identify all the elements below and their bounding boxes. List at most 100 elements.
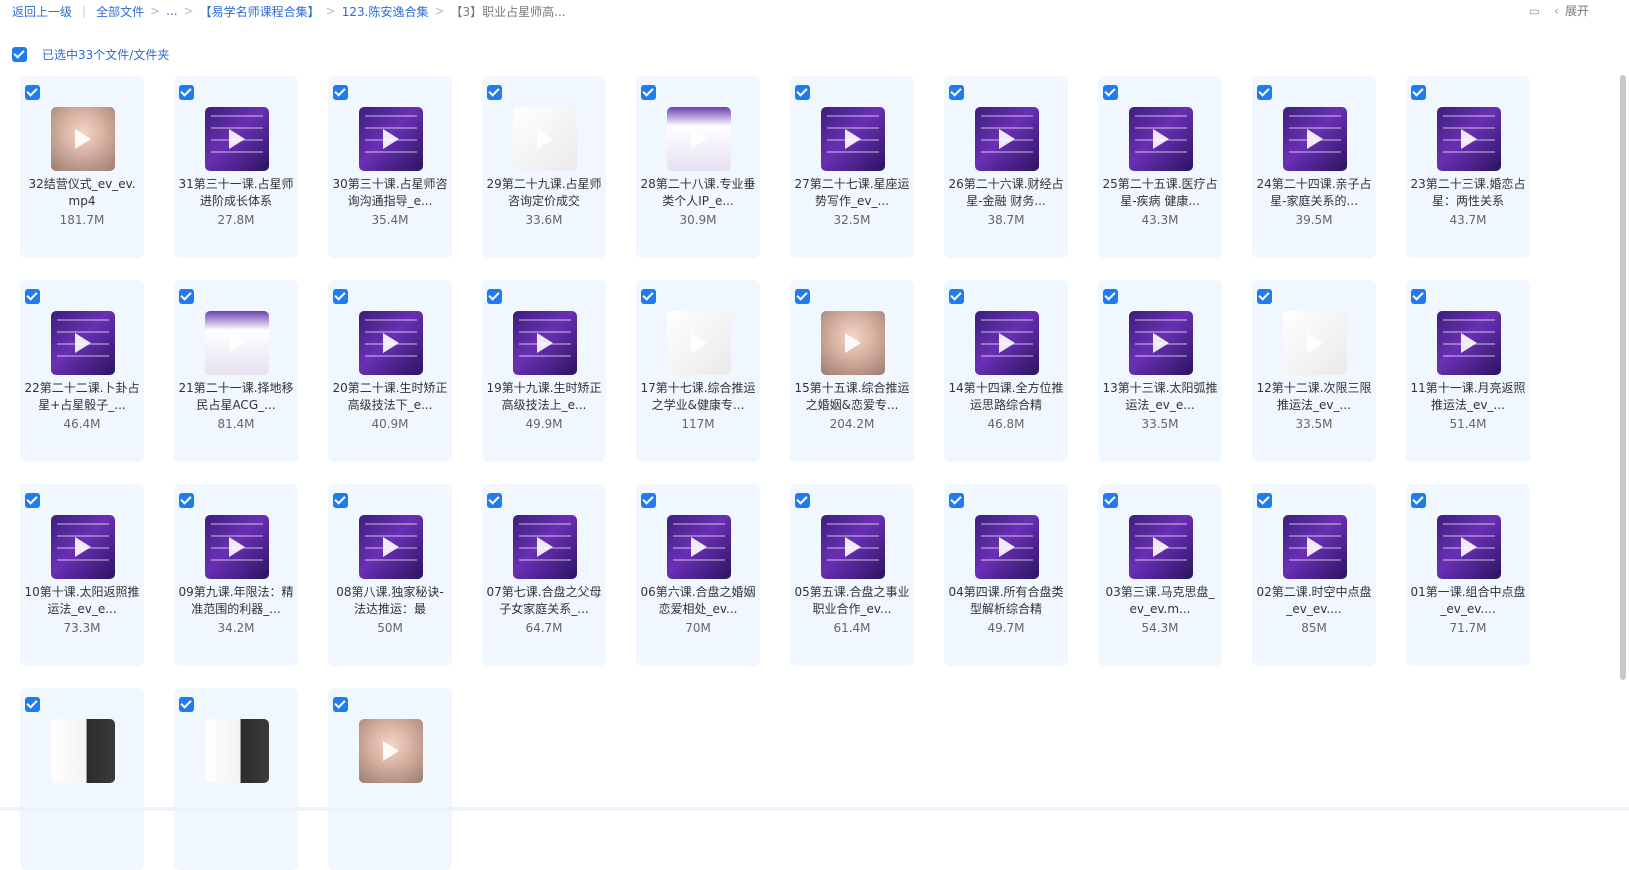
video-thumbnail[interactable] <box>359 107 423 171</box>
video-thumbnail[interactable] <box>359 311 423 375</box>
file-card[interactable]: 11第十一课.月亮返照推运法_ev_...51.4M <box>1406 280 1530 462</box>
file-card[interactable]: 05第五课.合盘之事业职业合作_ev...61.4M <box>790 484 914 666</box>
file-card[interactable]: 30第三十课.占星师咨询沟通指导_e...35.4M <box>328 76 452 258</box>
file-name[interactable]: 31第三十一课.占星师进阶成长体系 <box>178 176 294 210</box>
file-card[interactable]: 23第二十三课.婚恋占星：两性关系43.7M <box>1406 76 1530 258</box>
video-thumbnail[interactable] <box>975 311 1039 375</box>
video-thumbnail[interactable] <box>667 311 731 375</box>
file-checkbox[interactable] <box>179 289 194 304</box>
video-thumbnail[interactable] <box>1437 311 1501 375</box>
file-name[interactable]: 32结营仪式_ev_ev.mp4 <box>24 176 140 210</box>
file-name[interactable]: 15第十五课.综合推运之婚姻&恋爱专... <box>794 380 910 414</box>
file-name[interactable]: 20第二十课.生时矫正高级技法下_e... <box>332 380 448 414</box>
file-checkbox[interactable] <box>487 493 502 508</box>
file-checkbox[interactable] <box>25 85 40 100</box>
file-checkbox[interactable] <box>949 493 964 508</box>
file-card[interactable] <box>328 688 452 870</box>
file-card[interactable]: 29第二十九课.占星师咨询定价成交33.6M <box>482 76 606 258</box>
video-thumbnail[interactable] <box>1437 107 1501 171</box>
video-thumbnail[interactable] <box>205 311 269 375</box>
file-card[interactable]: 28第二十八课.专业垂类个人IP_e...30.9M <box>636 76 760 258</box>
file-card[interactable]: 17第十七课.综合推运之学业&健康专...117M <box>636 280 760 462</box>
file-checkbox[interactable] <box>333 289 348 304</box>
file-card[interactable]: 20第二十课.生时矫正高级技法下_e...40.9M <box>328 280 452 462</box>
video-thumbnail[interactable] <box>513 311 577 375</box>
file-checkbox[interactable] <box>1103 289 1118 304</box>
file-card[interactable]: 08第八课.独家秘诀-法达推运：最50M <box>328 484 452 666</box>
video-thumbnail[interactable] <box>821 515 885 579</box>
file-checkbox[interactable] <box>179 697 194 712</box>
video-thumbnail[interactable] <box>1129 515 1193 579</box>
video-thumbnail[interactable] <box>205 107 269 171</box>
file-name[interactable]: 07第七课.合盘之父母子女家庭关系_... <box>486 584 602 618</box>
file-name[interactable]: 19第十九课.生时矫正高级技法上_e... <box>486 380 602 414</box>
video-thumbnail[interactable] <box>975 515 1039 579</box>
video-thumbnail[interactable] <box>975 107 1039 171</box>
file-card[interactable]: 01第一课.组合中点盘_ev_ev....71.7M <box>1406 484 1530 666</box>
file-card[interactable]: 21第二十一课.择地移民占星ACG_...81.4M <box>174 280 298 462</box>
file-card[interactable] <box>20 688 144 870</box>
video-thumbnail[interactable] <box>1129 107 1193 171</box>
file-checkbox[interactable] <box>1257 85 1272 100</box>
video-thumbnail[interactable] <box>359 515 423 579</box>
file-name[interactable]: 06第六课.合盘之婚姻恋爱相处_ev... <box>640 584 756 618</box>
scrollbar[interactable] <box>1620 75 1626 680</box>
file-card[interactable]: 15第十五课.综合推运之婚姻&恋爱专...204.2M <box>790 280 914 462</box>
file-checkbox[interactable] <box>25 289 40 304</box>
file-checkbox[interactable] <box>333 85 348 100</box>
file-checkbox[interactable] <box>1411 493 1426 508</box>
file-name[interactable]: 24第二十四课.亲子占星-家庭关系的... <box>1256 176 1372 210</box>
video-thumbnail[interactable] <box>513 107 577 171</box>
file-name[interactable]: 26第二十六课.财经占星-金融 财务... <box>948 176 1064 210</box>
file-card[interactable]: 12第十二课.次限三限推运法_ev_...33.5M <box>1252 280 1376 462</box>
video-thumbnail[interactable] <box>821 311 885 375</box>
video-thumbnail[interactable] <box>821 107 885 171</box>
file-name[interactable]: 14第十四课.全方位推运思路综合精 <box>948 380 1064 414</box>
file-name[interactable]: 03第三课.马克思盘_ev_ev.m... <box>1102 584 1218 618</box>
file-name[interactable]: 30第三十课.占星师咨询沟通指导_e... <box>332 176 448 210</box>
file-name[interactable]: 01第一课.组合中点盘_ev_ev.... <box>1410 584 1526 618</box>
file-checkbox[interactable] <box>795 493 810 508</box>
file-name[interactable]: 13第十三课.太阳弧推运法_ev_e... <box>1102 380 1218 414</box>
file-name[interactable]: 27第二十七课.星座运势写作_ev_... <box>794 176 910 210</box>
file-card[interactable]: 14第十四课.全方位推运思路综合精46.8M <box>944 280 1068 462</box>
file-checkbox[interactable] <box>1411 289 1426 304</box>
file-card[interactable]: 27第二十七课.星座运势写作_ev_...32.5M <box>790 76 914 258</box>
video-thumbnail[interactable] <box>513 515 577 579</box>
file-name[interactable]: 23第二十三课.婚恋占星：两性关系 <box>1410 176 1526 210</box>
file-card[interactable]: 31第三十一课.占星师进阶成长体系27.8M <box>174 76 298 258</box>
file-card[interactable]: 09第九课.年限法：精准范围的利器_...34.2M <box>174 484 298 666</box>
video-thumbnail[interactable] <box>359 719 423 783</box>
file-card[interactable]: 32结营仪式_ev_ev.mp4181.7M <box>20 76 144 258</box>
video-thumbnail[interactable] <box>205 515 269 579</box>
file-name[interactable]: 25第二十五课.医疗占星-疾病 健康... <box>1102 176 1218 210</box>
file-name[interactable]: 04第四课.所有合盘类型解析综合精 <box>948 584 1064 618</box>
file-card[interactable]: 19第十九课.生时矫正高级技法上_e...49.9M <box>482 280 606 462</box>
video-thumbnail[interactable] <box>205 719 269 783</box>
file-checkbox[interactable] <box>25 697 40 712</box>
file-card[interactable]: 02第二课.时空中点盘_ev_ev....85M <box>1252 484 1376 666</box>
file-card[interactable]: 03第三课.马克思盘_ev_ev.m...54.3M <box>1098 484 1222 666</box>
video-thumbnail[interactable] <box>51 719 115 783</box>
file-checkbox[interactable] <box>795 289 810 304</box>
file-checkbox[interactable] <box>949 85 964 100</box>
file-name[interactable]: 17第十七课.综合推运之学业&健康专... <box>640 380 756 414</box>
file-checkbox[interactable] <box>641 493 656 508</box>
video-thumbnail[interactable] <box>667 107 731 171</box>
file-checkbox[interactable] <box>25 493 40 508</box>
file-checkbox[interactable] <box>333 493 348 508</box>
file-checkbox[interactable] <box>487 85 502 100</box>
file-checkbox[interactable] <box>179 493 194 508</box>
file-checkbox[interactable] <box>641 85 656 100</box>
file-name[interactable]: 29第二十九课.占星师咨询定价成交 <box>486 176 602 210</box>
video-thumbnail[interactable] <box>1283 515 1347 579</box>
file-name[interactable]: 12第十二课.次限三限推运法_ev_... <box>1256 380 1372 414</box>
video-thumbnail[interactable] <box>51 311 115 375</box>
file-checkbox[interactable] <box>1257 493 1272 508</box>
file-card[interactable] <box>174 688 298 870</box>
file-name[interactable]: 22第二十二课.卜卦占星+占星骰子_... <box>24 380 140 414</box>
file-name[interactable]: 11第十一课.月亮返照推运法_ev_... <box>1410 380 1526 414</box>
file-card[interactable]: 04第四课.所有合盘类型解析综合精49.7M <box>944 484 1068 666</box>
file-card[interactable]: 07第七课.合盘之父母子女家庭关系_...64.7M <box>482 484 606 666</box>
file-name[interactable]: 09第九课.年限法：精准范围的利器_... <box>178 584 294 618</box>
